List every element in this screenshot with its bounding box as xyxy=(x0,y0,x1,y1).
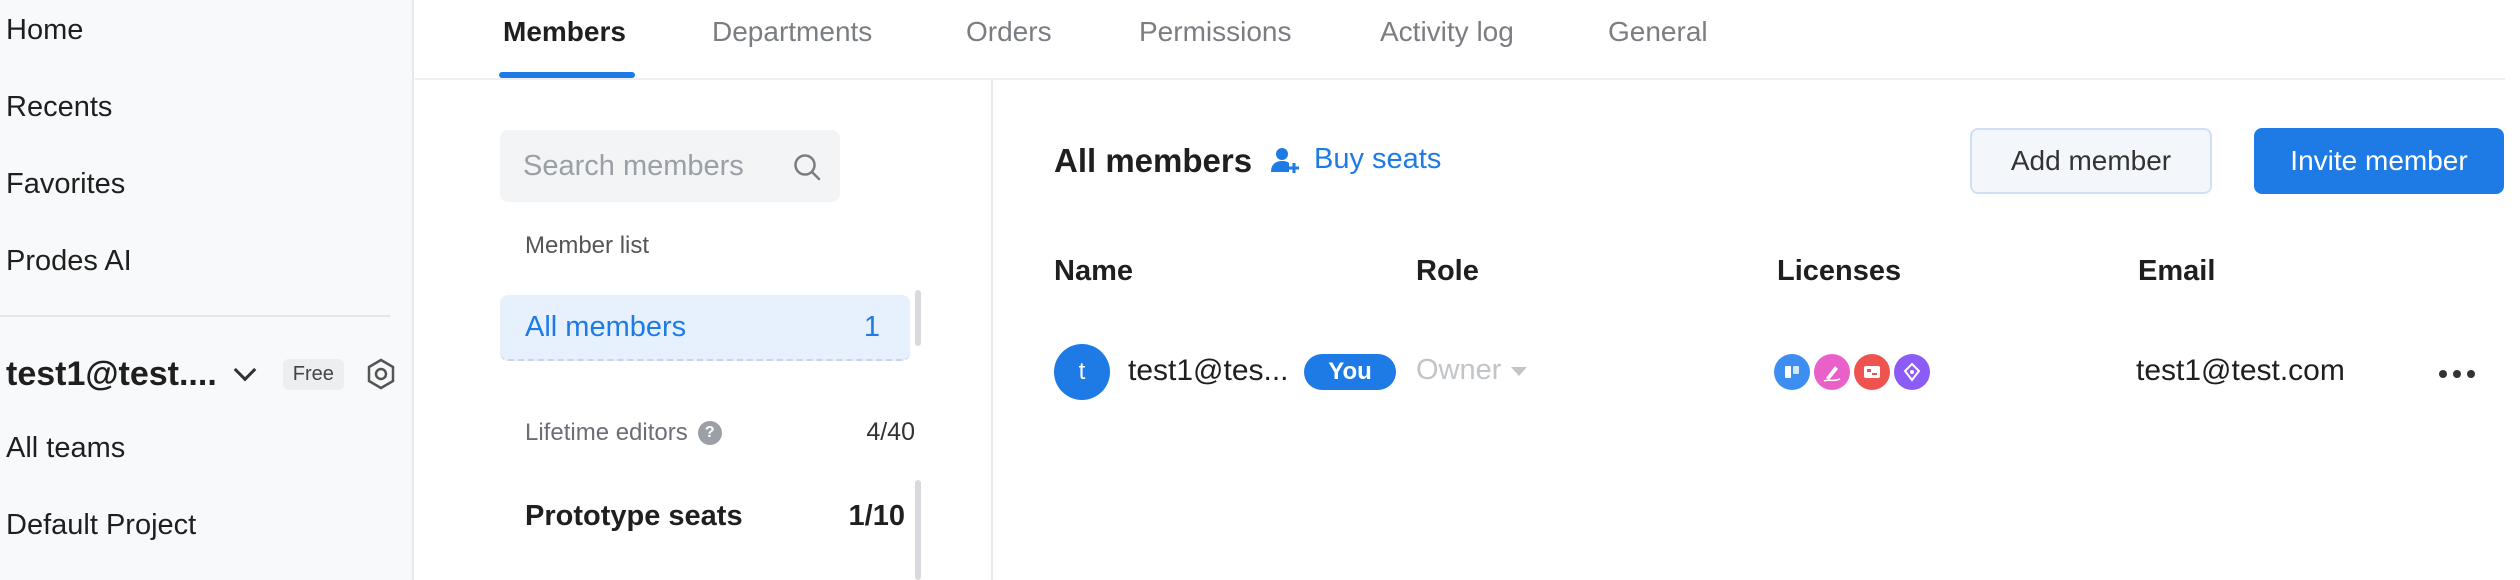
column-header-role: Role xyxy=(1416,255,1479,287)
screen-icon xyxy=(1854,354,1890,390)
lifetime-editors-label: Lifetime editors xyxy=(525,418,688,446)
member-name: test1@tes... xyxy=(1128,354,1289,387)
tab-departments[interactable]: Departments xyxy=(712,16,872,48)
chevron-down-icon[interactable] xyxy=(233,358,257,382)
tab-orders[interactable]: Orders xyxy=(966,16,1052,48)
active-tab-indicator xyxy=(499,72,635,78)
tab-bar: Members Departments Orders Permissions A… xyxy=(415,0,2505,80)
lifetime-editors-count: 4/40 xyxy=(866,418,915,446)
search-icon[interactable] xyxy=(792,152,822,187)
tab-permissions[interactable]: Permissions xyxy=(1139,16,1291,48)
all-members-count: 1 xyxy=(863,310,880,343)
table-row[interactable]: t test1@tes... You Owner test1@test.com xyxy=(1054,340,2504,404)
help-icon[interactable]: ? xyxy=(697,420,722,445)
sidebar-divider xyxy=(0,315,390,317)
scrollbar-thumb[interactable] xyxy=(915,290,921,346)
sidebar-item-recents[interactable]: Recents xyxy=(6,91,112,124)
page-title: All members xyxy=(1054,142,1253,179)
invite-member-button[interactable]: Invite member xyxy=(2254,128,2504,194)
column-header-email: Email xyxy=(2138,255,2216,287)
all-members-item[interactable]: All members 1 xyxy=(500,295,910,361)
board-icon xyxy=(1774,354,1810,390)
team-name: test1@test.... xyxy=(6,354,217,393)
lifetime-editors-row: Lifetime editors ? 4/40 xyxy=(525,418,915,447)
prototype-seats-label: Prototype seats xyxy=(525,500,743,532)
pen-nib-icon xyxy=(1894,354,1930,390)
tab-general[interactable]: General xyxy=(1608,16,1708,48)
add-user-icon xyxy=(1271,147,1299,173)
role-value: Owner xyxy=(1416,354,1502,386)
tab-activity-log[interactable]: Activity log xyxy=(1380,16,1514,48)
more-actions-icon[interactable] xyxy=(2439,370,2481,378)
team-settings-icon[interactable] xyxy=(364,357,398,391)
buy-seats-link[interactable]: Buy seats xyxy=(1270,143,1441,176)
caret-down-icon xyxy=(1511,367,1528,376)
search-box[interactable] xyxy=(500,130,840,202)
team-switcher[interactable]: test1@test.... Free xyxy=(6,352,406,396)
tab-members[interactable]: Members xyxy=(503,16,626,48)
member-list-panel: Member list All members 1 Lifetime edito… xyxy=(415,80,993,580)
search-input[interactable] xyxy=(523,149,773,183)
buy-seats-label: Buy seats xyxy=(1314,143,1442,175)
column-header-name: Name xyxy=(1054,255,1133,287)
column-header-licenses: Licenses xyxy=(1777,255,1902,287)
pen-draw-icon xyxy=(1814,354,1850,390)
role-dropdown[interactable]: Owner xyxy=(1416,354,1528,387)
license-icons xyxy=(1774,354,1934,390)
you-badge: You xyxy=(1304,354,1396,390)
prototype-seats-row[interactable]: Prototype seats 1/10 xyxy=(525,500,905,533)
sidebar-item-default-project[interactable]: Default Project xyxy=(6,509,196,542)
member-list-heading: Member list xyxy=(525,232,650,259)
sidebar-item-all-teams[interactable]: All teams xyxy=(6,432,125,465)
sidebar-item-home[interactable]: Home xyxy=(6,14,83,47)
avatar: t xyxy=(1054,344,1110,400)
member-email: test1@test.com xyxy=(2136,354,2345,387)
sidebar-item-favorites[interactable]: Favorites xyxy=(6,168,125,201)
prototype-seats-count: 1/10 xyxy=(848,500,905,532)
add-member-button[interactable]: Add member xyxy=(1970,128,2212,194)
plan-badge: Free xyxy=(282,358,344,390)
scrollbar-thumb[interactable] xyxy=(915,480,921,580)
all-members-label: All members xyxy=(525,310,687,343)
sidebar-item-prodes-ai[interactable]: Prodes AI xyxy=(6,245,132,278)
sidebar: Home Recents Favorites Prodes AI test1@t… xyxy=(0,0,414,580)
